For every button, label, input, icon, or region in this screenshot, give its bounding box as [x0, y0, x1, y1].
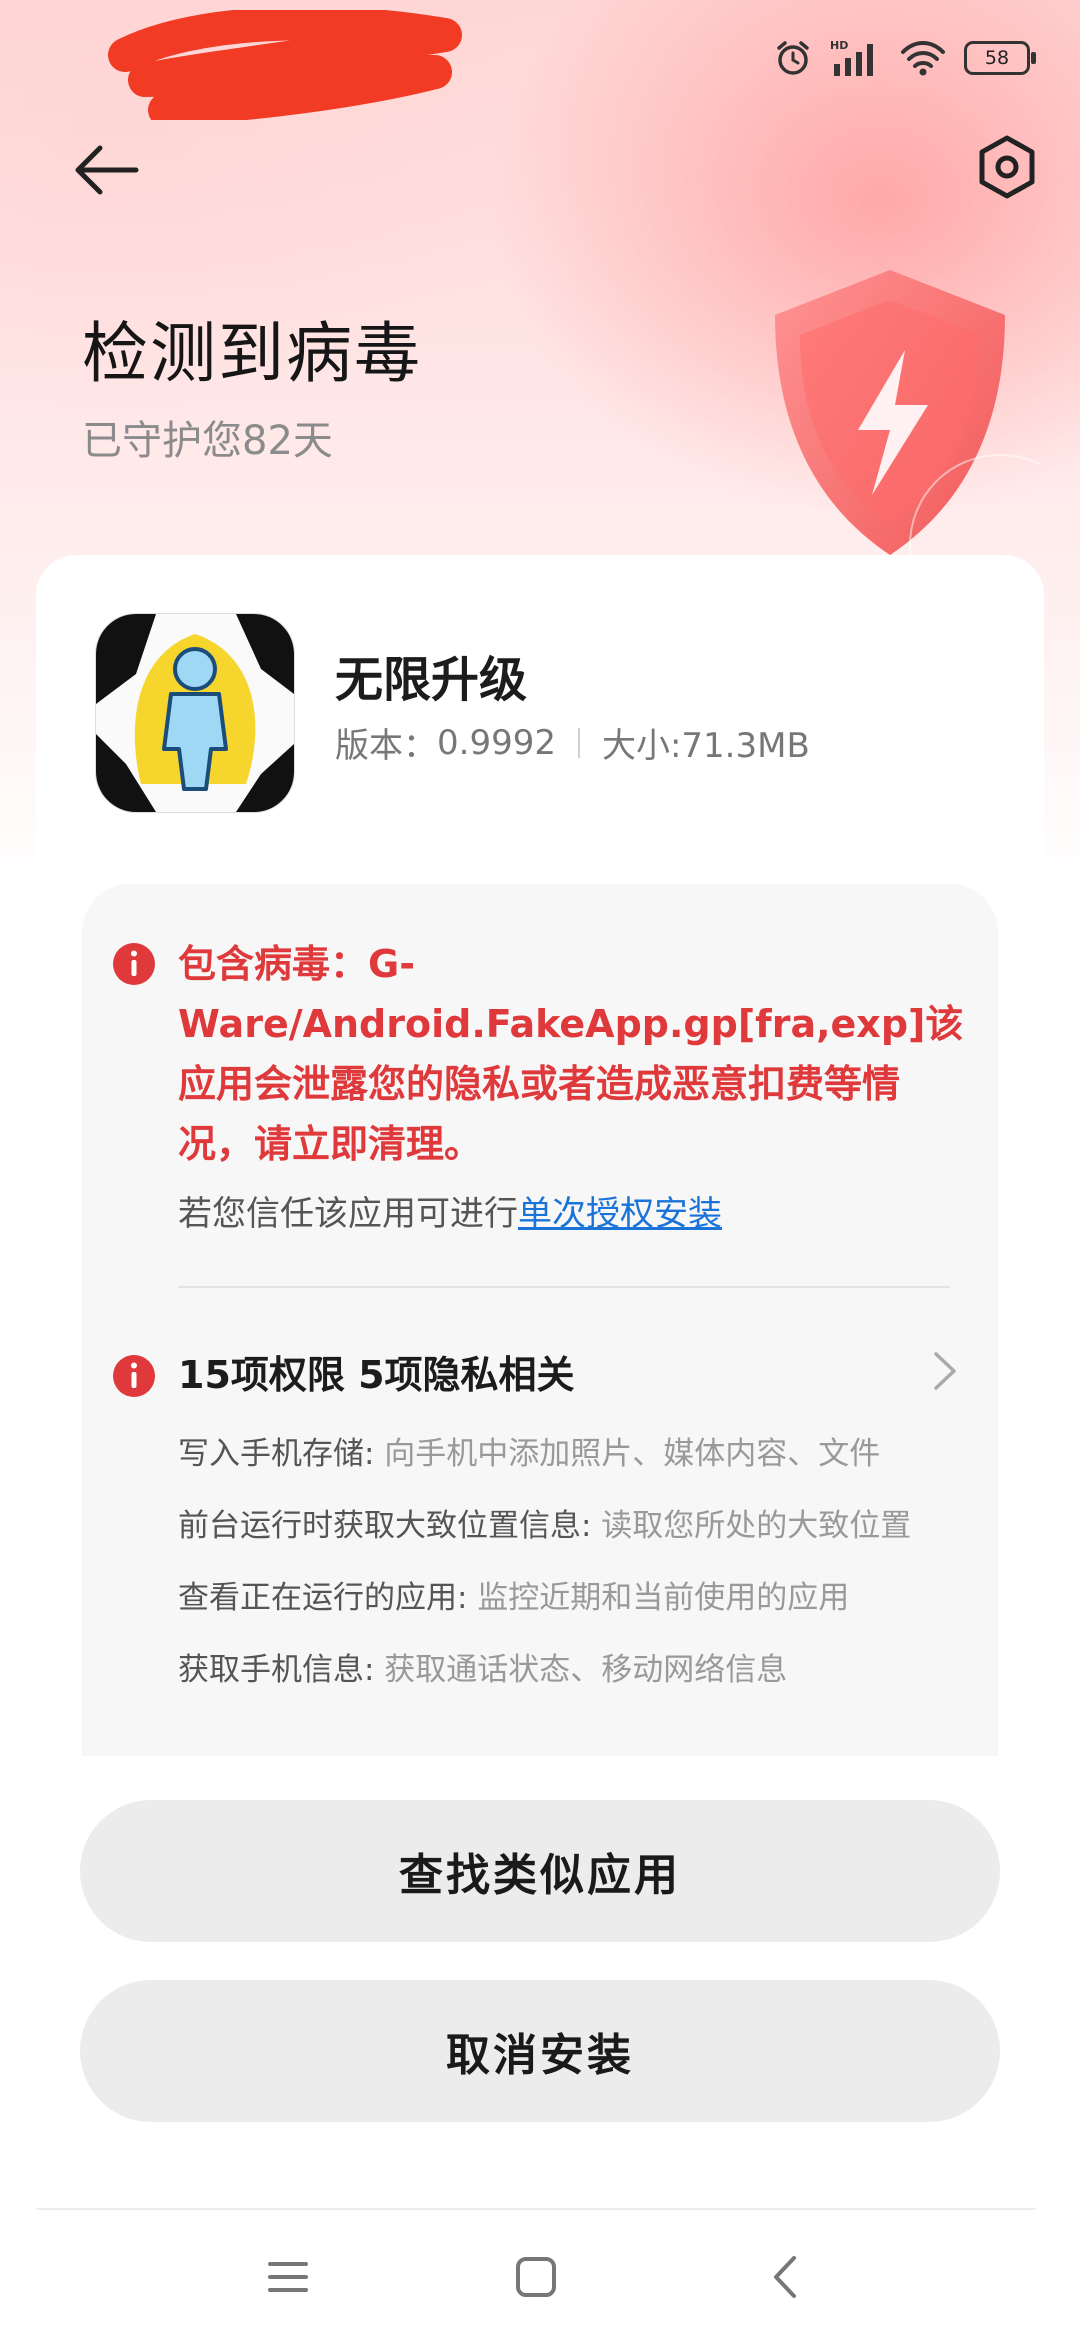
- shield-lightning-icon: [775, 270, 1040, 575]
- back-arrow-button[interactable]: [72, 140, 142, 200]
- battery-level: 58: [984, 47, 1010, 69]
- app-icon: [96, 614, 294, 812]
- permission-desc: 读取您所处的大致位置: [591, 1508, 912, 1544]
- trust-prefix: 若您信任该应用可进行: [178, 1194, 518, 1234]
- app-name: 无限升级: [335, 652, 528, 708]
- battery-icon: 58: [964, 41, 1036, 75]
- protection-days: 已守护您82天: [82, 418, 333, 464]
- permission-desc: 监控近期和当前使用的应用: [467, 1580, 850, 1616]
- list-item: 前台运行时获取大致位置信息: 读取您所处的大致位置: [178, 1504, 978, 1548]
- find-similar-apps-button[interactable]: 查找类似应用: [80, 1800, 1000, 1942]
- permission-list: 写入手机存储: 向手机中添加照片、媒体内容、文件 前台运行时获取大致位置信息: …: [178, 1432, 978, 1720]
- list-item: 查看正在运行的应用: 监控近期和当前使用的应用: [178, 1576, 978, 1620]
- alert-icon: [113, 943, 155, 985]
- page-title: 检测到病毒: [82, 315, 422, 392]
- chevron-right-icon[interactable]: [930, 1348, 960, 1394]
- status-bar: HD 58: [774, 38, 1036, 78]
- list-item: 获取手机信息: 获取通话状态、移动网络信息: [178, 1648, 978, 1692]
- version-label: 版本：: [335, 726, 437, 766]
- network-badge: HD: [830, 39, 848, 52]
- permission-name: 写入手机存储:: [178, 1436, 375, 1472]
- permission-name: 前台运行时获取大致位置信息:: [178, 1508, 592, 1544]
- single-authorize-install-link[interactable]: 单次授权安装: [518, 1194, 722, 1234]
- list-item: 写入手机存储: 向手机中添加照片、媒体内容、文件: [178, 1432, 978, 1476]
- virus-description: 包含病毒：G-Ware/Android.FakeApp.gp[fra,exp]该…: [178, 942, 964, 1166]
- nav-divider: [36, 2208, 1036, 2210]
- home-icon[interactable]: [506, 2252, 566, 2302]
- trust-install-line: 若您信任该应用可进行单次授权安装: [178, 1186, 722, 1235]
- redaction-scribble: [108, 10, 462, 120]
- wifi-icon: [901, 41, 945, 76]
- permissions-summary[interactable]: 15项权限 5项隐私相关: [178, 1344, 575, 1399]
- back-nav-icon[interactable]: [756, 2252, 816, 2302]
- section-divider: [178, 1286, 950, 1288]
- app-meta: 版本： 0.9992 大小:71.3MB: [335, 718, 810, 767]
- permission-desc: 获取通话状态、移动网络信息: [374, 1652, 788, 1688]
- virus-warning-card: 包含病毒：G-Ware/Android.FakeApp.gp[fra,exp]该…: [82, 884, 998, 1756]
- permission-name: 查看正在运行的应用:: [178, 1580, 468, 1616]
- signal-icon: HD: [830, 39, 873, 76]
- settings-gear-icon[interactable]: [972, 132, 1042, 202]
- app-version: 0.9992: [437, 722, 556, 763]
- permission-desc: 向手机中添加照片、媒体内容、文件: [374, 1436, 881, 1472]
- app-size: 大小:71.3MB: [601, 726, 810, 766]
- meta-divider: [577, 727, 580, 758]
- menu-icon[interactable]: [258, 2252, 318, 2302]
- alert-icon: [113, 1355, 155, 1397]
- cancel-install-button[interactable]: 取消安装: [80, 1980, 1000, 2122]
- permission-name: 获取手机信息:: [178, 1652, 375, 1688]
- alarm-icon: [777, 41, 809, 75]
